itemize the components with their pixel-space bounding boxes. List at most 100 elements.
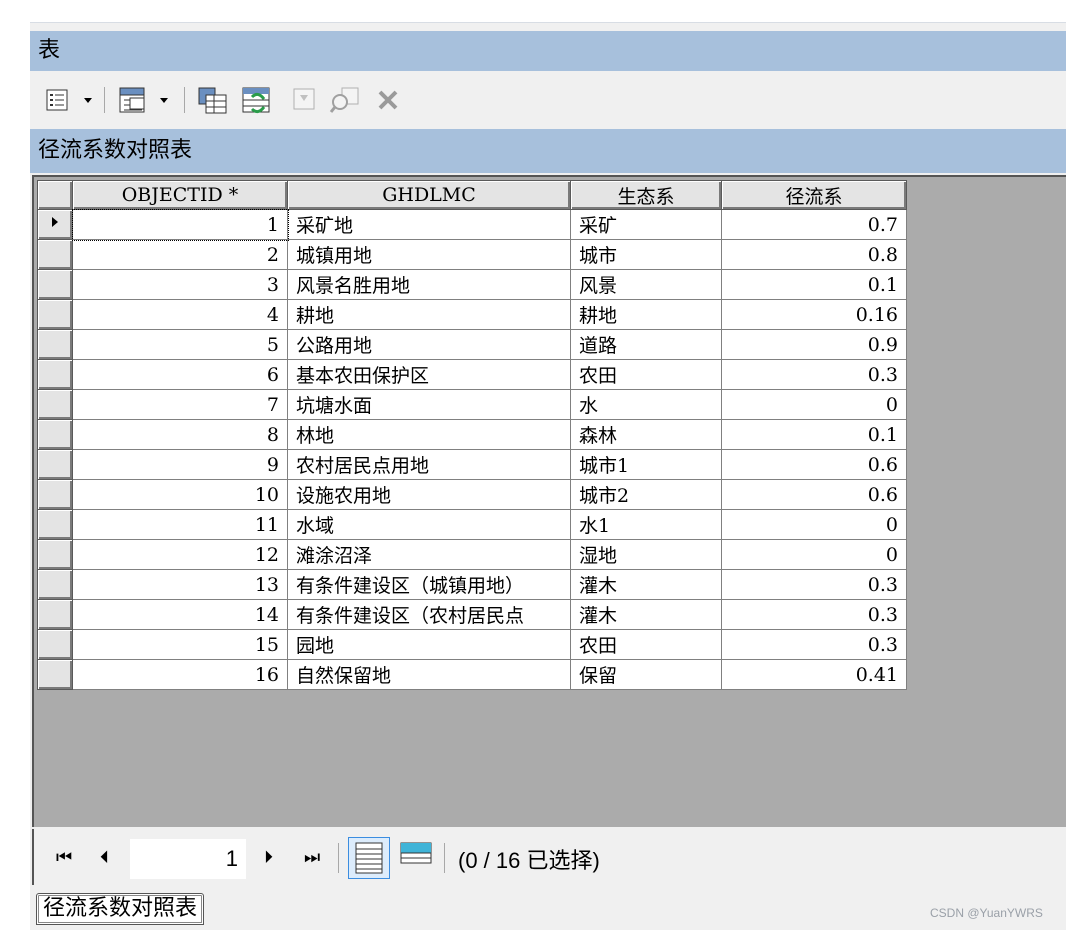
row-selector[interactable] xyxy=(37,389,73,420)
cell-ecosystem[interactable]: 风景 xyxy=(570,269,722,300)
related-tables-button[interactable] xyxy=(116,85,174,115)
cell-runoff-coefficient[interactable]: 0.6 xyxy=(721,479,907,510)
cell-ecosystem[interactable]: 保留 xyxy=(570,659,722,690)
cell-runoff-coefficient[interactable]: 0.16 xyxy=(721,299,907,330)
table-options-button[interactable] xyxy=(44,85,96,115)
zoom-to-selected-button[interactable] xyxy=(328,85,362,115)
table-row[interactable]: 5 公路用地 道路 0.9 xyxy=(37,329,907,360)
cell-ecosystem[interactable]: 城市2 xyxy=(570,479,722,510)
cell-ecosystem[interactable]: 城市1 xyxy=(570,449,722,480)
cell-runoff-coefficient[interactable]: 0.1 xyxy=(721,419,907,450)
window-title-bar[interactable]: 表 xyxy=(30,31,1066,71)
row-selector[interactable] xyxy=(37,299,73,330)
row-selector[interactable] xyxy=(37,539,73,570)
clear-selection-button[interactable] xyxy=(290,85,320,115)
cell-objectid[interactable]: 5 xyxy=(72,329,288,360)
cell-runoff-coefficient[interactable]: 0.3 xyxy=(721,599,907,630)
column-header-ecosystem[interactable]: 生态系 xyxy=(570,180,722,210)
cell-runoff-coefficient[interactable]: 0 xyxy=(721,539,907,570)
cell-ecosystem[interactable]: 水 xyxy=(570,389,722,420)
cell-objectid[interactable]: 8 xyxy=(72,419,288,450)
row-selector[interactable] xyxy=(37,509,73,540)
cell-ghdlmc[interactable]: 城镇用地 xyxy=(287,239,571,270)
cell-ecosystem[interactable]: 水1 xyxy=(570,509,722,540)
table-row[interactable]: 12 滩涂沼泽 湿地 0 xyxy=(37,539,907,570)
table-row[interactable]: 2 城镇用地 城市 0.8 xyxy=(37,239,907,270)
previous-record-button[interactable]: ⏴ xyxy=(100,847,109,868)
row-selector[interactable] xyxy=(37,419,73,450)
cell-objectid[interactable]: 12 xyxy=(72,539,288,570)
row-selector[interactable] xyxy=(37,449,73,480)
cell-runoff-coefficient[interactable]: 0.41 xyxy=(721,659,907,690)
cell-objectid[interactable]: 1 xyxy=(71,208,289,241)
next-record-button[interactable]: ⏵ xyxy=(264,847,273,868)
cell-ecosystem[interactable]: 采矿 xyxy=(570,209,722,240)
cell-runoff-coefficient[interactable]: 0 xyxy=(721,389,907,420)
table-row[interactable]: 10 设施农用地 城市2 0.6 xyxy=(37,479,907,510)
cell-objectid[interactable]: 11 xyxy=(72,509,288,540)
cell-ecosystem[interactable]: 森林 xyxy=(570,419,722,450)
cell-ghdlmc[interactable]: 林地 xyxy=(287,419,571,450)
row-selector[interactable] xyxy=(37,479,73,510)
cell-runoff-coefficient[interactable]: 0 xyxy=(721,509,907,540)
row-selector[interactable] xyxy=(37,659,73,690)
cell-runoff-coefficient[interactable]: 0.8 xyxy=(721,239,907,270)
first-record-button[interactable]: ⏮ xyxy=(56,847,72,868)
table-row[interactable]: 14 有条件建设区（农村居民点 灌木 0.3 xyxy=(37,599,907,630)
table-row[interactable]: 1 采矿地 采矿 0.7 xyxy=(37,208,907,241)
cell-runoff-coefficient[interactable]: 0.7 xyxy=(721,209,907,240)
table-row[interactable]: 9 农村居民点用地 城市1 0.6 xyxy=(37,449,907,480)
table-row[interactable]: 4 耕地 耕地 0.16 xyxy=(37,299,907,330)
cell-objectid[interactable]: 14 xyxy=(72,599,288,630)
cell-ghdlmc[interactable]: 园地 xyxy=(287,629,571,660)
column-header-runoff-coefficient[interactable]: 径流系 xyxy=(721,180,907,210)
cell-ecosystem[interactable]: 耕地 xyxy=(570,299,722,330)
cell-runoff-coefficient[interactable]: 0.3 xyxy=(721,569,907,600)
row-selector[interactable] xyxy=(37,569,73,600)
column-header-objectid[interactable]: OBJECTID * xyxy=(72,180,288,210)
cell-runoff-coefficient[interactable]: 0.9 xyxy=(721,329,907,360)
cell-runoff-coefficient[interactable]: 0.3 xyxy=(721,359,907,390)
cell-objectid[interactable]: 16 xyxy=(72,659,288,690)
cell-ghdlmc[interactable]: 滩涂沼泽 xyxy=(287,539,571,570)
cell-objectid[interactable]: 15 xyxy=(72,629,288,660)
switch-selection-button[interactable] xyxy=(240,85,276,115)
select-by-attributes-button[interactable] xyxy=(196,85,230,115)
cell-objectid[interactable]: 4 xyxy=(72,299,288,330)
row-selector[interactable] xyxy=(37,269,73,300)
cell-ecosystem[interactable]: 道路 xyxy=(570,329,722,360)
cell-runoff-coefficient[interactable]: 0.6 xyxy=(721,449,907,480)
cell-runoff-coefficient[interactable]: 0.1 xyxy=(721,269,907,300)
show-all-records-button[interactable] xyxy=(348,837,390,879)
cell-objectid[interactable]: 3 xyxy=(72,269,288,300)
cell-ghdlmc[interactable]: 自然保留地 xyxy=(287,659,571,690)
cell-objectid[interactable]: 6 xyxy=(72,359,288,390)
cell-ghdlmc[interactable]: 有条件建设区（农村居民点 xyxy=(287,599,571,630)
table-row[interactable]: 7 坑塘水面水 0 xyxy=(37,389,907,420)
table-row[interactable]: 8 林地 森林 0.1 xyxy=(37,419,907,450)
last-record-button[interactable]: ⏭ xyxy=(304,847,320,868)
cell-ecosystem[interactable]: 城市 xyxy=(570,239,722,270)
corner-cell[interactable] xyxy=(37,180,73,210)
row-selector[interactable] xyxy=(37,329,73,360)
table-row[interactable]: 15 园地 农田 0.3 xyxy=(37,629,907,660)
current-record-input[interactable]: 1 xyxy=(130,839,246,879)
cell-ghdlmc[interactable]: 水域 xyxy=(287,509,571,540)
cell-objectid[interactable]: 9 xyxy=(72,449,288,480)
cell-ghdlmc[interactable]: 有条件建设区（城镇用地） xyxy=(287,569,571,600)
cell-ecosystem[interactable]: 灌木 xyxy=(570,569,722,600)
cell-ecosystem[interactable]: 湿地 xyxy=(570,539,722,570)
cell-ghdlmc[interactable]: 耕地 xyxy=(287,299,571,330)
cell-ghdlmc[interactable]: 采矿地 xyxy=(287,209,571,240)
cell-objectid[interactable]: 13 xyxy=(72,569,288,600)
row-selector[interactable] xyxy=(37,239,73,270)
column-header-ghdlmc[interactable]: GHDLMC xyxy=(287,180,571,210)
table-row[interactable]: 13 有条件建设区（城镇用地） 灌木 0.3 xyxy=(37,569,907,600)
cell-ecosystem[interactable]: 农田 xyxy=(570,359,722,390)
cell-ghdlmc[interactable]: 设施农用地 xyxy=(287,479,571,510)
cell-objectid[interactable]: 10 xyxy=(72,479,288,510)
row-selector[interactable] xyxy=(37,359,73,390)
cell-ghdlmc[interactable]: 公路用地 xyxy=(287,329,571,360)
row-selector[interactable] xyxy=(37,599,73,630)
cell-ecosystem[interactable]: 农田 xyxy=(570,629,722,660)
